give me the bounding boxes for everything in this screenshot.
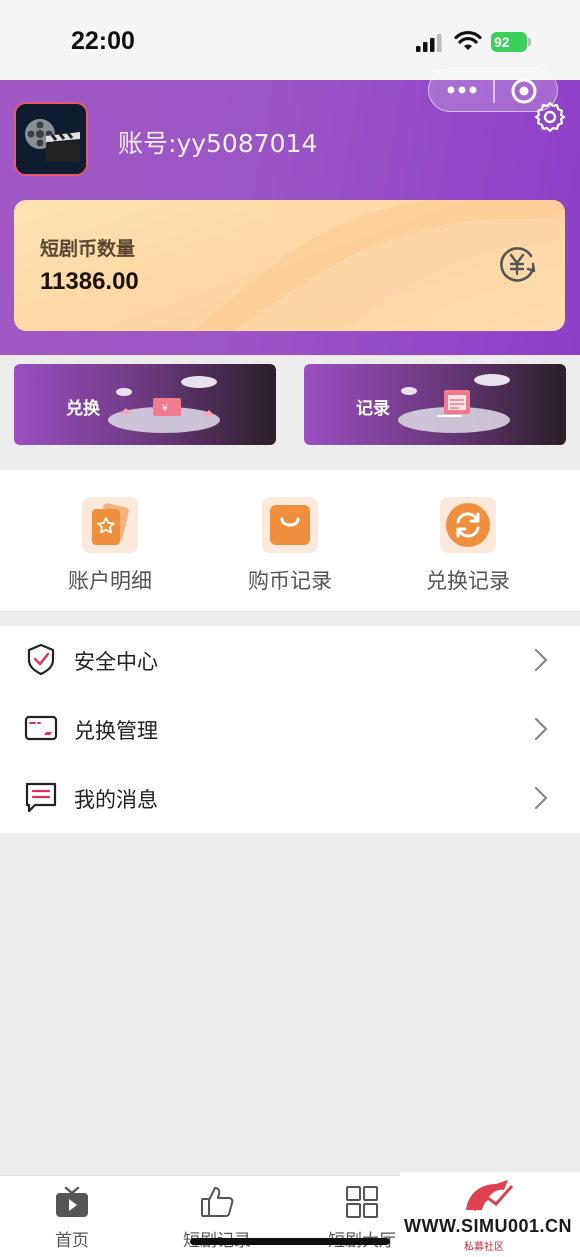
- thumbs-up-icon: [199, 1184, 235, 1220]
- chevron-right-icon: [534, 648, 548, 672]
- shield-check-icon: [27, 643, 55, 676]
- more-dots-icon[interactable]: [444, 80, 480, 100]
- balance-label: 短剧币数量: [40, 238, 136, 260]
- record-banner-label: 记录: [356, 399, 390, 419]
- account-id: yy5087014: [176, 129, 318, 158]
- menu-item-exchange-management[interactable]: 兑换管理: [0, 695, 580, 764]
- chevron-right-icon: [534, 717, 548, 741]
- exchange-records-action[interactable]: 兑换记录: [393, 497, 543, 595]
- balance-amount: 11386.00: [40, 268, 139, 295]
- purchase-records-label: 购币记录: [248, 569, 332, 593]
- grid-icon: [344, 1184, 380, 1220]
- record-illustration: [398, 374, 510, 433]
- menu-item-security-center[interactable]: 安全中心: [0, 626, 580, 695]
- account-info: 账号:yy5087014: [118, 124, 317, 160]
- quick-actions: 账户明细 购币记录 兑换记录: [0, 470, 580, 611]
- exchange-illustration: ¥: [108, 376, 220, 433]
- battery-level: 92: [491, 32, 527, 52]
- signal-icon: [416, 34, 442, 52]
- chevron-right-icon: [534, 786, 548, 810]
- exchange-banner-label: 兑换: [66, 399, 100, 419]
- exchange-cycle-icon: [440, 497, 496, 553]
- avatar[interactable]: [14, 102, 88, 176]
- purchase-records-action[interactable]: 购币记录: [215, 497, 365, 595]
- exchange-records-label: 兑换记录: [426, 569, 510, 593]
- menu-item-label: 我的消息: [74, 788, 158, 812]
- shopping-bag-icon: [262, 497, 318, 553]
- wifi-icon: [454, 30, 482, 50]
- card-icon: [24, 715, 58, 741]
- message-icon: [25, 782, 57, 813]
- watermark-subtitle: 私募社区: [464, 1242, 504, 1253]
- play-tv-icon: [54, 1184, 90, 1220]
- menu-item-my-messages[interactable]: 我的消息: [0, 764, 580, 833]
- film-clapper-icon: [16, 104, 86, 174]
- status-time: 22:00: [71, 27, 135, 55]
- tab-home[interactable]: 首页: [12, 1184, 132, 1251]
- settings-gear-icon[interactable]: [533, 100, 567, 134]
- tab-label: 首页: [55, 1231, 89, 1251]
- menu-item-label: 兑换管理: [74, 719, 158, 743]
- exchange-banner[interactable]: ¥ 兑换: [14, 364, 276, 445]
- svg-text:¥: ¥: [162, 404, 168, 414]
- menu-item-label: 安全中心: [74, 650, 158, 674]
- watermark-url: WWW.SIMU001.CN: [404, 1216, 573, 1236]
- record-banner[interactable]: 记录: [304, 364, 566, 445]
- balance-card[interactable]: 短剧币数量 11386.00: [14, 200, 565, 331]
- home-indicator: [190, 1238, 390, 1245]
- account-label: 账号:: [118, 129, 177, 158]
- wallet-card-icon: [82, 497, 138, 553]
- battery-icon: 92: [491, 32, 531, 52]
- yen-exchange-icon[interactable]: [498, 244, 538, 284]
- settings-menu: 安全中心 兑换管理 我的消息: [0, 626, 580, 833]
- card-wave-decoration: [194, 200, 565, 331]
- account-details-label: 账户明细: [68, 569, 152, 593]
- account-details-action[interactable]: 账户明细: [35, 497, 185, 595]
- watermark: WWW.SIMU001.CN 私募社区: [400, 1172, 580, 1257]
- watermark-logo-icon: [466, 1180, 514, 1212]
